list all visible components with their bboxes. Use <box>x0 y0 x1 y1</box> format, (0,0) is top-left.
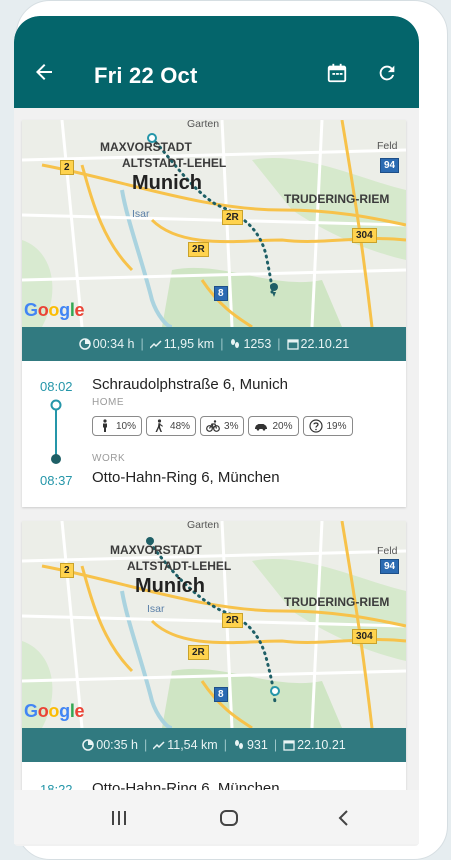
mode-walking: 48% <box>146 416 197 436</box>
google-logo: Google <box>24 300 85 320</box>
road-shield: 2R <box>222 210 243 225</box>
page-title: Fri 22 Oct <box>94 63 198 88</box>
map-label-maxvorstadt: MAXVORSTADT <box>110 543 202 557</box>
footsteps-icon <box>231 339 240 348</box>
standing-person-icon <box>103 419 107 432</box>
walking-icon <box>155 419 164 432</box>
app-bar: Fri 22 Oct <box>14 16 419 108</box>
map-label-munich: Munich <box>135 575 205 597</box>
system-nav-bar <box>14 790 419 844</box>
bicycle-icon <box>206 420 220 432</box>
car-icon <box>255 424 268 431</box>
map-label-garten: Garten <box>187 120 220 130</box>
calendar-small-icon <box>283 740 295 751</box>
date-stat: 22.10.21 <box>283 738 346 752</box>
origin-address: Schraudolphstraße 6, Munich <box>92 376 288 393</box>
road-shield: 94 <box>380 559 400 574</box>
map-label-altstadt: ALTSTADT-LEHEL <box>122 156 227 170</box>
trip-details: 08:02 Schraudolphstraße 6, Munich HOME 1… <box>22 361 406 507</box>
trip-card[interactable]: Garten MAXVORSTADT ALTSTADT-LEHEL Munich… <box>22 120 406 507</box>
road-shield: 8 <box>214 687 228 702</box>
clock-icon <box>82 739 94 751</box>
road-shield: 2R <box>188 645 209 660</box>
origin-tag: HOME <box>92 397 124 408</box>
google-logo: Google <box>24 701 85 721</box>
distance-stat: 11,95 km <box>149 337 214 351</box>
trend-icon <box>149 340 162 349</box>
transport-modes: 10% 48% 3% 20% 19% <box>92 416 353 436</box>
road-shield: 2 <box>60 160 74 175</box>
road-shield: 2R <box>188 242 209 257</box>
footsteps-icon <box>234 740 243 749</box>
map-label-isar: Isar <box>132 208 150 220</box>
unknown-mode-icon <box>308 419 323 433</box>
destination-tag: WORK <box>92 453 126 464</box>
route-map[interactable]: Garten MAXVORSTADT ALTSTADT-LEHEL Munich… <box>22 120 406 327</box>
trend-icon <box>153 741 165 750</box>
steps-stat: 931 <box>233 738 268 752</box>
arrow-back-icon[interactable] <box>32 60 56 84</box>
clock-icon <box>79 338 91 350</box>
destination-address: Otto-Hahn-Ring 6, München <box>92 469 280 486</box>
trip-stats-bar: 00:34 h | 11,95 km | 1253 | 22.10.21 <box>22 327 406 361</box>
road-shield: 2 <box>60 563 74 578</box>
mode-car: 20% <box>248 416 299 436</box>
map-label-feld: Feld <box>377 545 398 557</box>
steps-stat: 1253 <box>229 337 271 351</box>
trip-timeline <box>50 399 62 464</box>
trip-stats-bar: 00:35 h | 11,54 km | 931 | 22.10.21 <box>22 728 406 762</box>
map-label-isar: Isar <box>147 603 165 615</box>
departure-time: 08:02 <box>40 379 73 394</box>
map-label-munich: Munich <box>132 172 202 194</box>
road-shield: 2R <box>222 613 243 628</box>
nav-back-icon[interactable] <box>334 808 354 828</box>
refresh-icon[interactable] <box>376 62 398 84</box>
map-label-altstadt: ALTSTADT-LEHEL <box>127 559 232 573</box>
duration-stat: 00:35 h <box>82 738 138 752</box>
mode-standing: 10% <box>92 416 143 436</box>
road-shield: 304 <box>352 228 377 243</box>
mode-unknown: 19% <box>302 416 353 436</box>
map-label-trudering: TRUDERING-RIEM <box>284 192 390 206</box>
road-shield: 8 <box>214 286 228 301</box>
app-screen: Fri 22 Oct Garten MAXVORSTADT ALTSTADT-L… <box>14 16 419 846</box>
duration-stat: 00:34 h <box>79 337 134 351</box>
map-label-trudering: TRUDERING-RIEM <box>284 595 390 609</box>
arrival-time: 08:37 <box>40 473 73 488</box>
recents-icon[interactable] <box>109 808 129 828</box>
mode-bicycle: 3% <box>200 416 245 436</box>
map-label-maxvorstadt: MAXVORSTADT <box>100 140 192 154</box>
road-shield: 94 <box>380 158 400 173</box>
map-label-feld: Feld <box>377 140 398 152</box>
map-label-garten: Garten <box>187 521 220 531</box>
calendar-small-icon <box>286 339 299 350</box>
distance-stat: 11,54 km <box>153 738 218 752</box>
calendar-icon[interactable] <box>326 62 348 84</box>
road-shield: 304 <box>352 629 377 644</box>
route-map[interactable]: Garten MAXVORSTADT ALTSTADT-LEHEL Munich… <box>22 521 406 728</box>
home-icon[interactable] <box>219 808 239 828</box>
date-stat: 22.10.21 <box>286 337 349 351</box>
